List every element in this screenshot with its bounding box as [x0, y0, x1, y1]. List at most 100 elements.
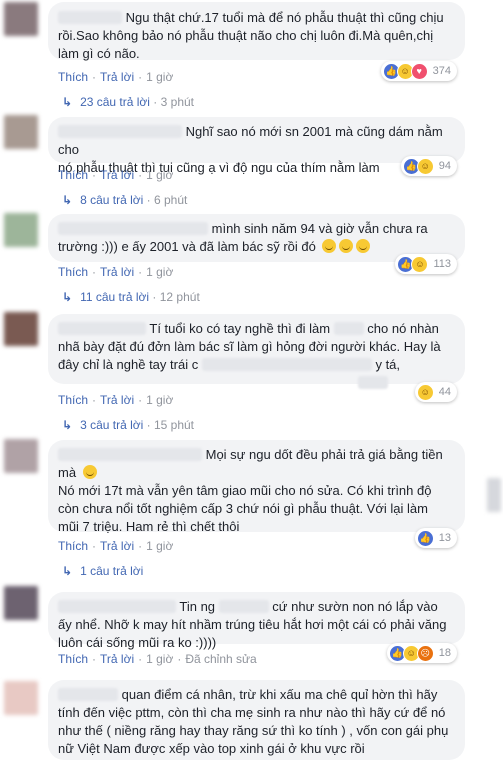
comment-time[interactable]: 1 giờ — [146, 168, 173, 182]
comment-actions: Thích · Trả lời · 1 giờ — [58, 393, 174, 407]
comment-actions: Thích · Trả lời · 1 giờ — [58, 70, 174, 84]
comment-text: mà — [58, 465, 77, 480]
edited-label[interactable]: Đã chỉnh sửa — [185, 652, 256, 666]
reaction-summary[interactable]: 👍 ☺ ☹ 18 — [386, 643, 457, 663]
angry-reaction-icon: ☹ — [416, 644, 434, 662]
replies-count[interactable]: 3 câu trả lời — [80, 418, 143, 432]
love-reaction-icon: ♥ — [410, 62, 428, 80]
reaction-summary[interactable]: 👍 13 — [414, 528, 457, 548]
view-replies[interactable]: ↳ 11 câu trả lời · 12 phút — [62, 289, 200, 305]
reply-link[interactable]: Trả lời — [100, 265, 134, 279]
comment-text: đây chỉ là nghề tay trái c — [58, 357, 199, 372]
redacted-name — [58, 600, 176, 613]
reply-arrow-icon: ↳ — [62, 564, 73, 578]
comment-text: Tin ng — [179, 599, 216, 614]
smile-emoji-icon — [82, 465, 97, 479]
reaction-summary[interactable]: ☺ 44 — [414, 382, 457, 402]
comment-text: mình sinh năm 94 và giờ vẫn chưa ra — [211, 221, 428, 236]
reply-arrow-icon: ↳ — [62, 193, 73, 207]
reply-link[interactable]: Trả lời — [100, 70, 134, 84]
comment-bubble: quan điểm cá nhân, trừ khi xấu ma chê qu… — [48, 680, 465, 760]
like-link[interactable]: Thích — [58, 265, 88, 279]
reaction-summary[interactable]: 👍 ☺ 113 — [395, 254, 457, 274]
comment-time[interactable]: 1 giờ — [146, 70, 173, 84]
redacted-word — [218, 600, 269, 613]
like-link[interactable]: Thích — [58, 70, 88, 84]
comment-text: nhã bày đặt đú đởn làm bác sĩ làm gì hỏn… — [58, 339, 441, 354]
side-thumbnail — [487, 478, 501, 512]
view-replies[interactable]: ↳ 3 câu trả lời · 15 phút — [62, 417, 194, 433]
avatar[interactable] — [4, 586, 38, 620]
avatar[interactable] — [4, 681, 38, 715]
like-reaction-icon: 👍 — [416, 529, 434, 547]
comment-text: mũi 7 triệu. Ham rẻ thì chết thôi — [58, 519, 240, 534]
comment-text: luôn cái sống mũi ra ko :)))) — [58, 635, 217, 650]
replies-count[interactable]: 23 câu trả lời — [80, 95, 150, 109]
redacted-name — [58, 222, 208, 235]
like-link[interactable]: Thích — [58, 539, 88, 553]
comment-time[interactable]: 1 giờ — [146, 652, 173, 666]
reply-link[interactable]: Trả lời — [100, 652, 134, 666]
comment-text: trường :))) e ấy 2001 và đã làm bác sỹ r… — [58, 239, 316, 254]
reaction-summary[interactable]: 👍 ☺ ♥ 374 — [380, 61, 457, 81]
comment-text: ấy nhể. Nhỡ k may hít nhầm trúng tiêu hắ… — [58, 617, 447, 632]
avatar[interactable] — [4, 213, 38, 247]
comment-bubble: Ngu thật chứ.17 tuổi mà để nó phẫu thuật… — [48, 2, 465, 61]
replies-count[interactable]: 1 câu trả lời — [80, 564, 143, 578]
reaction-count: 13 — [438, 532, 451, 544]
reply-link[interactable]: Trả lời — [100, 393, 134, 407]
comment-text: còn chưa nổi tốt nghiệm cấp 3 chứ nói gì… — [58, 501, 428, 516]
sad-emoji-icon — [339, 239, 354, 253]
comment-time[interactable]: 1 giờ — [146, 539, 173, 553]
comment-text: cho nó nhàn — [367, 321, 439, 336]
sad-emoji-icon — [356, 239, 371, 253]
avatar[interactable] — [4, 312, 38, 346]
avatar[interactable] — [4, 115, 38, 149]
redacted-name — [58, 448, 202, 461]
redacted-word — [201, 358, 372, 371]
comment-actions: Thích · Trả lời · 1 giờ — [58, 168, 174, 182]
haha-reaction-icon: ☺ — [416, 383, 434, 401]
avatar[interactable] — [4, 2, 38, 36]
comment-bubble: Nghĩ sao nó mới sn 2001 mà cũng dám nằm … — [48, 117, 465, 175]
redacted-word — [333, 322, 364, 335]
view-replies[interactable]: ↳ 8 câu trả lời · 6 phút — [62, 192, 187, 208]
replies-time: 15 phút — [153, 418, 195, 432]
replies-time: 6 phút — [153, 193, 188, 207]
reaction-count: 94 — [438, 160, 451, 172]
like-link[interactable]: Thích — [58, 393, 88, 407]
comment-text: quan điểm cá nhân, trừ khi xấu ma chê qu… — [121, 687, 438, 702]
reply-link[interactable]: Trả lời — [100, 539, 134, 553]
view-replies[interactable]: ↳ 23 câu trả lời · 3 phút — [62, 94, 194, 110]
redacted-name — [58, 322, 146, 335]
replies-count[interactable]: 11 câu trả lời — [80, 290, 149, 304]
comment-text: Mọi sự ngu dốt đều phải trả giá bằng tiề… — [205, 447, 443, 462]
comment-text: cứ như sườn non nó lắp vào — [272, 599, 438, 614]
view-replies[interactable]: ↳ 1 câu trả lời — [62, 563, 143, 579]
comment-actions: Thích · Trả lời · 1 giờ — [58, 539, 174, 553]
reply-arrow-icon: ↳ — [62, 95, 73, 109]
comment-bubble: Mọi sự ngu dốt đều phải trả giá bằng tiề… — [48, 440, 465, 534]
reply-link[interactable]: Trả lời — [100, 168, 134, 182]
redacted-name — [58, 11, 122, 24]
reaction-count: 113 — [433, 258, 451, 270]
comment-bubble: Tí tuổi ko có tay nghề thì đi làm cho nó… — [48, 314, 465, 389]
like-link[interactable]: Thích — [58, 652, 88, 666]
comment-text: Ngu thật chứ.17 tuổi mà để nó phẫu thuật… — [125, 10, 444, 25]
avatar[interactable] — [4, 439, 38, 473]
comment-text: nữ Việt Nam được xếp vào top xinh gái ở … — [58, 741, 365, 756]
haha-reaction-icon: ☺ — [416, 157, 434, 175]
comment-text: tính đến việc pttm, còn thì cha mẹ sinh … — [58, 705, 446, 720]
replies-count[interactable]: 8 câu trả lời — [80, 193, 143, 207]
comment-time[interactable]: 1 giờ — [146, 393, 173, 407]
comment-actions: Thích · Trả lời · 1 giờ · Đã chỉnh sửa — [58, 652, 257, 666]
reply-arrow-icon: ↳ — [62, 418, 73, 432]
like-link[interactable]: Thích — [58, 168, 88, 182]
comment-text: Tí tuổi ko có tay nghề thì đi làm — [149, 321, 331, 336]
replies-time: 3 phút — [160, 95, 195, 109]
reaction-summary[interactable]: 👍 ☺ 94 — [400, 156, 457, 176]
redacted-word — [358, 376, 388, 389]
comment-bubble: Tin ng cứ như sườn non nó lắp vào ấy nhể… — [48, 592, 465, 650]
comment-time[interactable]: 1 giờ — [146, 265, 173, 279]
comment-text: Nó mới 17t mà vẫn yên tâm giao mũi cho n… — [58, 483, 432, 498]
